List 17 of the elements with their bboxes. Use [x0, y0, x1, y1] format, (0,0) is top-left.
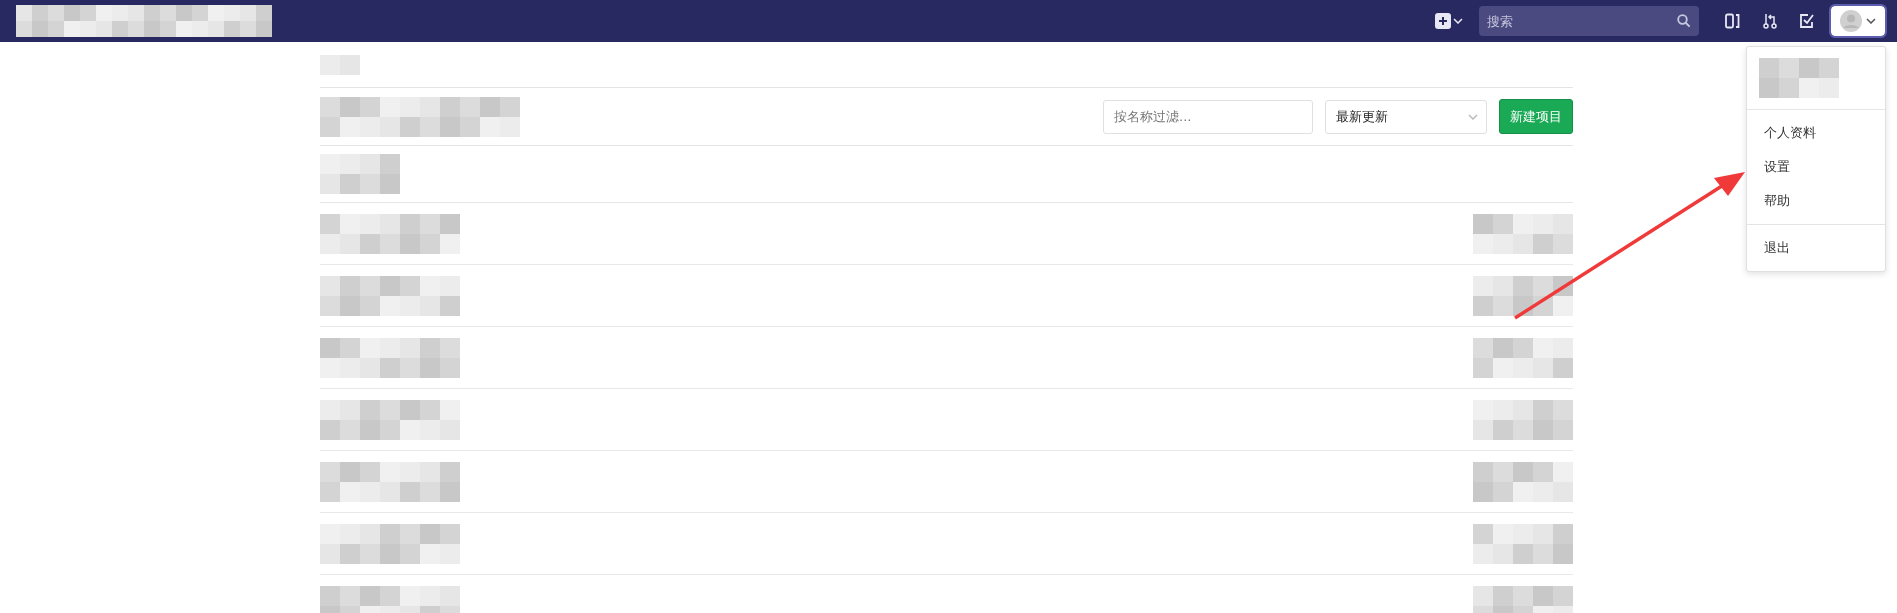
menu-item[interactable]: 个人资料: [1747, 116, 1885, 150]
menu-item[interactable]: 设置: [1747, 150, 1885, 184]
panel-icon: [1725, 13, 1741, 29]
caret-icon: [1453, 18, 1463, 24]
sort-dropdown[interactable]: 最新更新: [1325, 99, 1487, 134]
checkbox-icon: [1799, 13, 1815, 29]
plus-icon: [1435, 13, 1451, 29]
caret-icon: [1866, 18, 1876, 24]
redacted-mosaic: [320, 54, 360, 75]
merge-request-icon: [1763, 13, 1777, 29]
menu-item[interactable]: 帮助: [1747, 184, 1885, 218]
sign-out-item[interactable]: 退出: [1747, 231, 1885, 265]
filter-field[interactable]: 按名称过滤...: [1103, 99, 1313, 134]
avatar-icon: [1840, 10, 1862, 32]
caret-icon: [1468, 113, 1478, 120]
search-field[interactable]: 搜索: [1479, 6, 1699, 36]
search-icon: [1677, 14, 1691, 28]
